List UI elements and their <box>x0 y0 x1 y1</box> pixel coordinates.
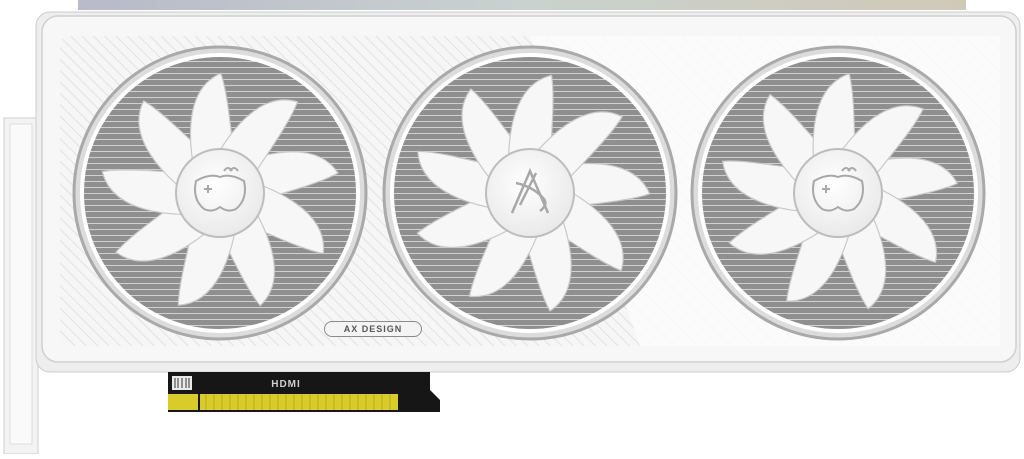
ax-design-label: AX DESIGN <box>324 321 422 337</box>
top-edge-strip <box>78 0 966 10</box>
fan-left <box>72 45 368 341</box>
graphics-card-illustration <box>3 0 1021 455</box>
fan-right <box>690 45 986 341</box>
graphics-card-photo: AX DESIGN HDMI <box>0 0 1024 455</box>
hdmi-label: HDMI <box>271 379 301 390</box>
fan-center <box>382 45 678 341</box>
